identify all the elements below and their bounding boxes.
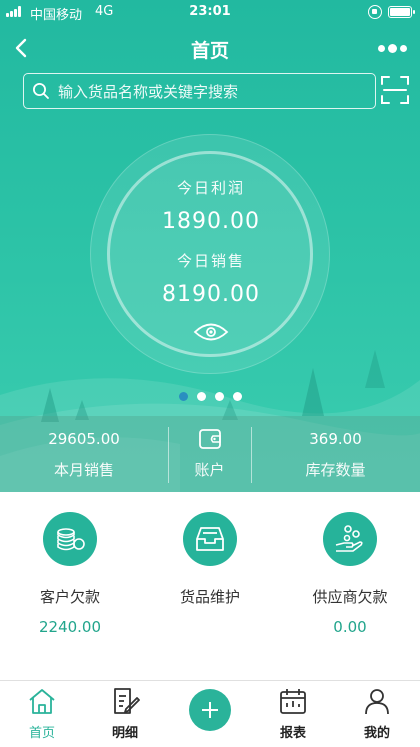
hand-coins-icon [323,512,377,566]
home-icon [29,689,55,714]
stock-value: 369.00 [309,430,362,448]
today-profit-label: 今日利润 [176,179,245,197]
tab-details[interactable]: 明细 [95,687,155,741]
today-sales-label: 今日销售 [176,252,245,270]
search-placeholder: 输入货品名称或关键字搜索 [58,82,239,101]
customer-debt-label: 客户欠款 [39,588,100,606]
goods-maintenance-label: 货品维护 [179,588,240,606]
page-title: 首页 [190,40,229,62]
tab-mine-label: 我的 [363,726,390,741]
quick-actions: 客户欠款 2240.00 货品维护 供应商欠款 0.00 [0,492,420,680]
nav-bar: 首页 [0,26,420,70]
summary-bar: 29605.00 本月销售 账户 369.00 库存数量 [0,416,420,492]
tab-home-label: 首页 [28,726,55,741]
scan-icon[interactable] [381,76,409,104]
account-label: 账户 [194,461,225,479]
today-profit-value: 1890.00 [162,209,260,234]
carousel-dot[interactable] [214,392,224,401]
tab-bar: 首页 明细 报表 我的 [0,680,420,747]
carousel-dot[interactable] [196,392,206,401]
customer-debt-value: 2240.00 [38,618,102,636]
today-sales-value: 8190.00 [162,282,260,307]
inbox-icon [183,512,237,566]
tab-reports-label: 报表 [279,726,306,741]
rotation-lock-icon [368,5,382,19]
coins-icon [43,512,97,566]
tab-home[interactable]: 首页 [12,687,72,741]
supplier-debt-value: 0.00 [333,618,367,636]
user-icon [365,689,389,715]
carousel-indicator [0,392,420,401]
battery-icon [388,6,415,18]
today-summary-ring: 今日利润 1890.00 今日销售 8190.00 [90,134,330,374]
search-icon [33,83,49,99]
wallet-icon [199,429,221,449]
calendar-icon [280,689,306,714]
month-sales-label: 本月销售 [53,461,114,479]
account-stat[interactable]: 账户 [168,416,251,492]
edit-doc-icon [114,688,140,714]
month-sales-value: 29605.00 [48,430,120,448]
stock-stat[interactable]: 369.00 库存数量 [251,416,420,492]
tab-reports[interactable]: 报表 [263,687,323,741]
month-sales-stat[interactable]: 29605.00 本月销售 [0,416,168,492]
search-input[interactable]: 输入货品名称或关键字搜索 [23,73,376,109]
home-hero: 中国移动 4G 23:01 首页 输入货品名称或关键字搜索 今日利润 1890.… [0,0,420,492]
carousel-dot[interactable] [232,392,242,401]
supplier-debt-label: 供应商欠款 [312,588,388,606]
back-arrow-icon[interactable] [10,34,36,62]
supplier-debt-button[interactable]: 供应商欠款 [280,512,420,607]
tab-details-label: 明细 [111,726,138,741]
status-bar: 中国移动 4G 23:01 [0,0,420,24]
clock: 23:01 [189,4,231,19]
carousel-dot[interactable] [178,392,188,401]
tab-mine[interactable]: 我的 [347,687,407,741]
add-button[interactable] [189,689,231,731]
stock-label: 库存数量 [305,461,366,479]
goods-maintenance-button[interactable]: 货品维护 [140,512,280,607]
more-options-icon[interactable] [378,42,408,54]
customer-debt-button[interactable]: 客户欠款 [0,512,140,607]
